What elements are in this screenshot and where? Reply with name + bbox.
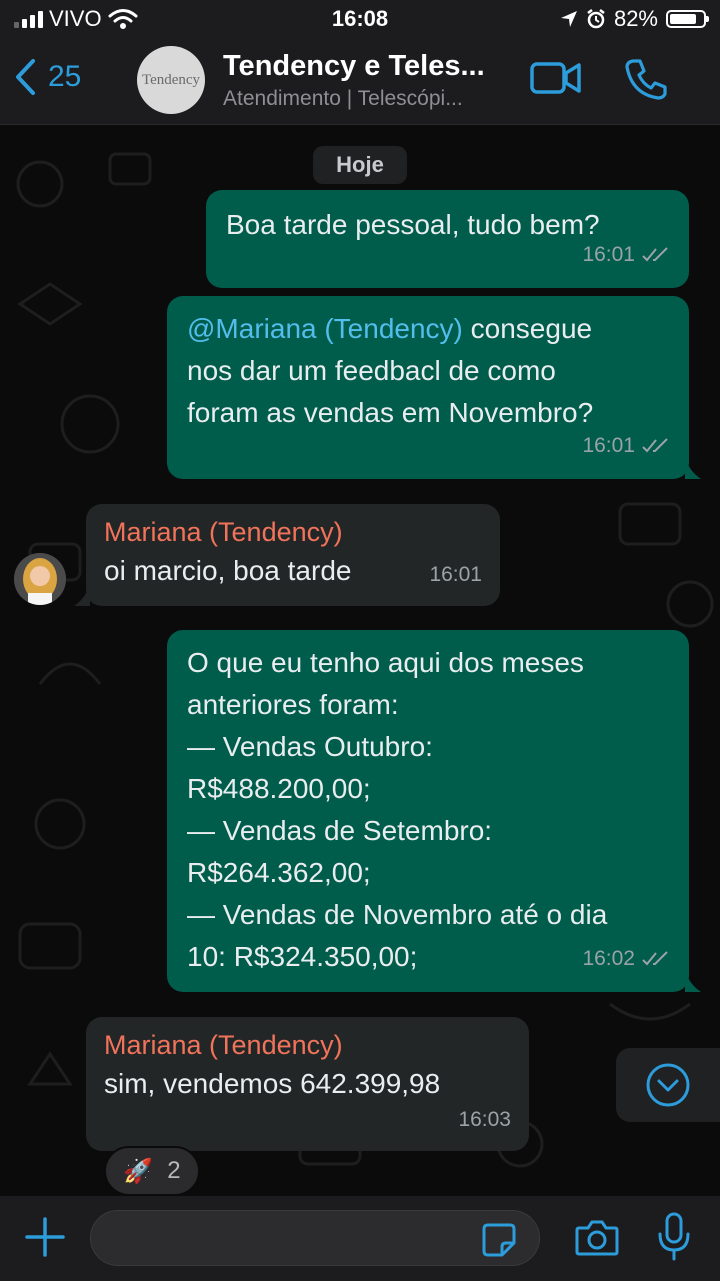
message-text: @Mariana (Tendency) consegue nos dar um … [187, 308, 669, 434]
message-time: 16:01 [582, 434, 635, 457]
chat-subtitle[interactable]: Atendimento | Telescópi... [223, 87, 513, 111]
scroll-down-button[interactable] [616, 1048, 720, 1122]
chat-header: 25 Tendency Tendency e Teles... Atendime… [0, 40, 720, 125]
battery-icon [666, 10, 709, 28]
sender-name[interactable]: Mariana (Tendency) [104, 514, 482, 550]
sender-avatar[interactable] [14, 553, 66, 605]
message-bubble-outgoing[interactable]: O que eu tenho aqui dos meses anteriores… [167, 630, 701, 992]
reaction-emoji: 🚀 [123, 1157, 154, 1185]
battery-percent: 82% [613, 6, 658, 31]
back-button[interactable]: 25 [14, 58, 81, 96]
location-arrow-icon [560, 11, 577, 27]
message-text: sim, vendemos 642.399,98 [104, 1068, 441, 1099]
message-meta: 16:01 [429, 554, 482, 596]
sender-name[interactable]: Mariana (Tendency) [104, 1027, 511, 1063]
message-meta: 16:02 [582, 938, 671, 980]
status-right: 82% [560, 6, 709, 32]
phone-icon[interactable] [625, 58, 669, 100]
message-bubble-outgoing[interactable]: @Mariana (Tendency) consegue nos dar um … [167, 296, 701, 479]
date-separator: Hoje [313, 146, 407, 184]
mic-icon[interactable] [656, 1212, 692, 1262]
message-time: 16:01 [582, 243, 635, 266]
chat-title[interactable]: Tendency e Teles... [223, 50, 513, 83]
video-call-icon[interactable] [530, 58, 582, 98]
message-input[interactable] [90, 1210, 540, 1266]
message-reaction[interactable]: 🚀 2 [104, 1146, 200, 1196]
message-time: 16:02 [582, 947, 635, 970]
message-bubble-outgoing[interactable]: Boa tarde pessoal, tudo bem? 16:01 [206, 190, 689, 288]
camera-icon[interactable] [575, 1218, 619, 1258]
alarm-icon [587, 9, 605, 29]
message-bubble-incoming[interactable]: Mariana (Tendency) sim, vendemos 642.399… [86, 1017, 529, 1151]
double-check-icon [642, 951, 668, 966]
mention-link[interactable]: @Mariana (Tendency) [187, 313, 463, 344]
message-input-bar [0, 1196, 720, 1281]
sender-photo [14, 553, 66, 605]
status-bar: VIVO 16:08 82% [0, 0, 720, 40]
plus-icon[interactable] [22, 1214, 68, 1260]
avatar-logo-text: Tendency [141, 71, 201, 88]
group-avatar[interactable]: Tendency [137, 46, 205, 114]
message-bubble-incoming[interactable]: Mariana (Tendency) oi marcio, boa tarde … [74, 504, 500, 606]
message-text: O que eu tenho aqui dos meses anteriores… [187, 647, 608, 972]
message-meta: 16:03 [458, 1099, 511, 1141]
message-time: 16:01 [429, 563, 482, 586]
sticker-icon[interactable] [482, 1223, 516, 1257]
back-chevron-icon [16, 59, 35, 95]
double-check-icon [642, 247, 668, 262]
bubble-tail [685, 970, 701, 992]
message-meta: 16:01 [582, 425, 671, 467]
message-time: 16:03 [458, 1108, 511, 1131]
reaction-count: 2 [167, 1157, 181, 1184]
scroll-down-icon [646, 1063, 690, 1107]
bubble-tail [685, 457, 701, 479]
double-check-icon [642, 438, 668, 453]
unread-count: 25 [48, 60, 82, 93]
message-text: oi marcio, boa tarde [104, 555, 352, 586]
bubble-tail [74, 584, 90, 606]
message-meta: 16:01 [582, 234, 671, 276]
